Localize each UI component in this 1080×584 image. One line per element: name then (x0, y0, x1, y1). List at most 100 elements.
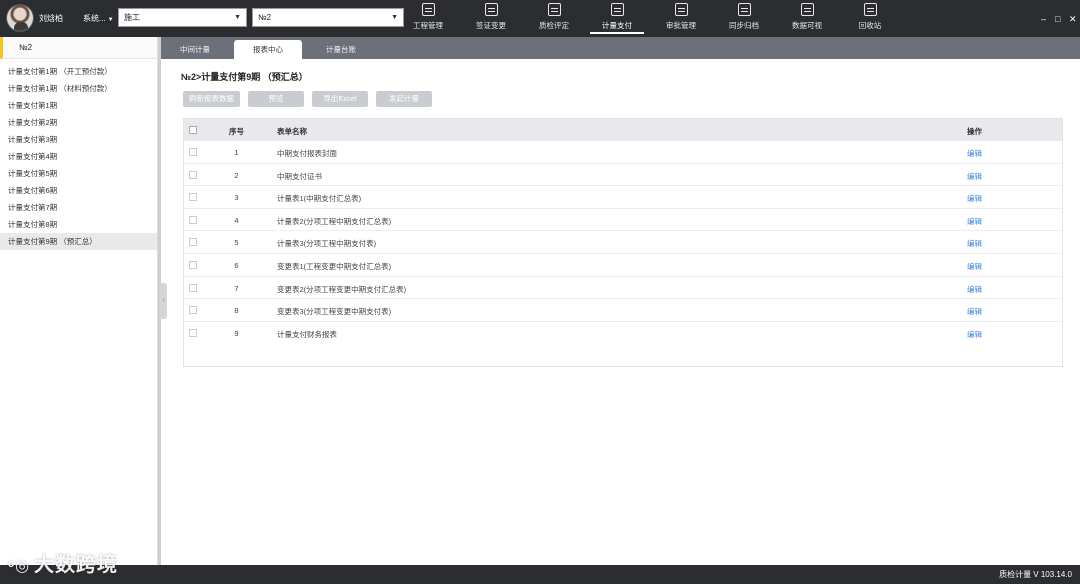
row-checkbox[interactable] (189, 283, 197, 292)
row-checkbox[interactable] (189, 260, 197, 269)
row-no: 2 (234, 170, 239, 180)
nav-label: 计量支付 (590, 20, 644, 34)
watermark-text: 大数跨境 (34, 554, 119, 576)
sidebar-item-period[interactable]: 计量支付第6期 (0, 182, 157, 199)
tab-interim-measure[interactable]: 中间计量 (161, 40, 229, 59)
system-menu[interactable]: 系统... ▼ (83, 13, 114, 24)
close-button[interactable]: ✕ (1069, 15, 1077, 24)
row-no: 6 (234, 260, 239, 270)
inspection-icon (547, 3, 561, 16)
sidebar-item-period[interactable]: 计量支付第5期 (0, 165, 157, 182)
edit-link[interactable]: 编辑 (967, 238, 982, 249)
sidebar-item-period[interactable]: 计量支付第3期 (0, 131, 157, 148)
nav-change[interactable]: 签证变更 (464, 3, 518, 35)
table-header: 序号 表单名称 操作 (184, 119, 1062, 141)
sidebar-item-period[interactable]: 计量支付第1期 (0, 97, 157, 114)
row-no: 5 (234, 238, 239, 248)
row-checkbox[interactable] (189, 170, 197, 179)
sidebar-item-period[interactable]: 计量支付第1期 （材料预付款） (0, 80, 157, 97)
edit-link[interactable]: 编辑 (967, 284, 982, 295)
edit-link[interactable]: 编辑 (967, 306, 982, 317)
sidebar-item-period[interactable]: 计量支付第4期 (0, 148, 157, 165)
edit-link[interactable]: 编辑 (967, 193, 982, 204)
sidebar-item-period[interactable]: 计量支付第7期 (0, 199, 157, 216)
row-no: 8 (234, 306, 239, 316)
section-select[interactable]: №2 ▼ (252, 8, 404, 27)
data-visual-icon (800, 3, 814, 16)
table-row[interactable]: 5 计量表3(分项工程中期支付表) 编辑 (184, 231, 1062, 254)
project-icon (421, 3, 435, 16)
row-no: 7 (234, 283, 239, 293)
sidebar-item-period-selected[interactable]: 计量支付第9期 （预汇总） (0, 233, 157, 250)
select-all-checkbox[interactable] (189, 126, 197, 134)
edit-link[interactable]: 编辑 (967, 329, 982, 340)
table-row[interactable]: 7 变更表2(分项工程变更中期支付汇总表) 编辑 (184, 277, 1062, 300)
submit-measure-button[interactable]: 发起计量 (376, 91, 432, 107)
row-checkbox[interactable] (189, 328, 197, 337)
nav-inspection[interactable]: 质检评定 (527, 3, 581, 35)
table-row[interactable]: 8 变更表3(分项工程变更中期支付表) 编辑 (184, 299, 1062, 322)
nav-archive[interactable]: 同步归档 (717, 3, 771, 35)
table-row[interactable]: 3 计量表1(中期支付汇总表) 编辑 (184, 186, 1062, 209)
nav-payment[interactable]: 计量支付 (590, 3, 644, 35)
edit-link[interactable]: 编辑 (967, 171, 982, 182)
edit-link[interactable]: 编辑 (967, 148, 982, 159)
preview-button[interactable]: 预览 (248, 91, 304, 107)
refresh-report-button[interactable]: 刷新报表数据 (183, 91, 240, 107)
sidebar-item-period[interactable]: 计量支付第8期 (0, 216, 157, 233)
user-name[interactable]: 刘焓柏 (39, 13, 63, 24)
nav-project[interactable]: 工程管理 (401, 3, 455, 35)
version-label: 质检计量 V 103.14.0 (999, 570, 1072, 579)
row-name: 中期支付证书 (277, 171, 322, 181)
row-name: 变更表3(分项工程变更中期支付表) (277, 307, 392, 317)
tab-measure-ledger[interactable]: 计量台账 (307, 40, 375, 59)
edit-link[interactable]: 编辑 (967, 216, 982, 227)
row-name: 中期支付报表封面 (277, 149, 337, 158)
nav-label: 回收站 (858, 21, 882, 30)
collapse-sidebar-icon[interactable]: ‹ (160, 283, 167, 319)
section-select-value: №2 (258, 13, 272, 22)
watermark-logo-icon: ᶜ◎ (8, 558, 31, 575)
tab-bar: 中间计量 报表中心 计量台账 (161, 37, 1080, 59)
watermark: ᶜ◎ 大数跨境 (8, 548, 118, 577)
nav-data-visual[interactable]: 数据可视 (780, 3, 834, 35)
breadcrumb: №2>计量支付第9期 （预汇总） (181, 72, 308, 82)
row-checkbox[interactable] (189, 306, 197, 315)
nav-label: 同步归档 (729, 21, 759, 30)
chevron-down-icon: ▼ (391, 14, 398, 21)
maximize-button[interactable]: □ (1055, 15, 1060, 24)
row-no: 3 (234, 193, 239, 203)
table-row[interactable]: 4 计量表2(分项工程中期支付汇总表) 编辑 (184, 209, 1062, 232)
unit-select[interactable]: 施工 ▼ (118, 8, 247, 27)
nav-label: 审批管理 (666, 21, 696, 30)
row-no: 9 (234, 328, 239, 338)
user-avatar[interactable] (6, 4, 34, 32)
row-no: 4 (234, 215, 239, 225)
unit-select-value: 施工 (124, 13, 140, 22)
row-checkbox[interactable] (189, 148, 197, 156)
chevron-down-icon: ▼ (107, 17, 114, 23)
nav-label: 签证变更 (476, 21, 506, 30)
top-bar: 刘焓柏 系统... ▼ 施工 ▼ №2 ▼ 工程管理 签证变更 质检评定 计量支付… (0, 0, 1080, 37)
nav-label: 质检评定 (539, 21, 569, 30)
row-checkbox[interactable] (189, 215, 197, 224)
row-name: 计量表1(中期支付汇总表) (277, 194, 362, 204)
minimize-button[interactable]: – (1041, 15, 1046, 24)
status-bar: 质检计量 V 103.14.0 (0, 565, 1080, 584)
recycle-icon (863, 3, 877, 16)
row-checkbox[interactable] (189, 193, 197, 202)
row-checkbox[interactable] (189, 238, 197, 247)
table-row[interactable]: 9 计量支付财务报表 编辑 (184, 322, 1062, 345)
tab-report-center[interactable]: 报表中心 (234, 40, 302, 59)
nav-approval[interactable]: 审批管理 (654, 3, 708, 35)
table-row[interactable]: 2 中期支付证书 编辑 (184, 164, 1062, 187)
nav-recycle[interactable]: 回收站 (843, 3, 897, 35)
edit-link[interactable]: 编辑 (967, 261, 982, 272)
table-row[interactable]: 1 中期支付报表封面 编辑 (184, 141, 1062, 164)
export-excel-button[interactable]: 导出Excel (312, 91, 368, 107)
sidebar-item-period[interactable]: 计量支付第2期 (0, 114, 157, 131)
sidebar-item-period[interactable]: 计量支付第1期 （开工预付款） (0, 63, 157, 80)
sidebar-header[interactable]: №2 (0, 37, 157, 59)
table-row[interactable]: 6 变更表1(工程变更中期支付汇总表) 编辑 (184, 254, 1062, 277)
row-name: 计量表3(分项工程中期支付表) (277, 239, 377, 249)
